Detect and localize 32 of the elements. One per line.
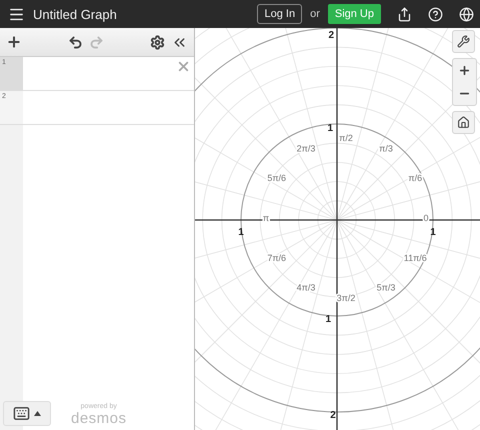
settings-icon[interactable]	[150, 34, 165, 50]
angle-label: 5π/3	[376, 282, 396, 292]
plus-icon	[458, 64, 471, 77]
angle-label: π/6	[408, 173, 422, 183]
home-icon	[457, 116, 470, 129]
or-text: or	[310, 8, 320, 20]
axis-label: 1	[327, 123, 333, 134]
angle-label: 4π/3	[296, 282, 316, 292]
angle-label: π/3	[379, 144, 393, 154]
angle-label: 5π/6	[267, 173, 286, 183]
add-icon[interactable]	[6, 34, 22, 50]
axis-label: 1	[325, 314, 331, 325]
brand-logo: desmos	[71, 411, 127, 426]
help-icon[interactable]	[428, 6, 443, 22]
login-button[interactable]: Log In	[257, 4, 302, 24]
globe-icon[interactable]	[459, 6, 474, 22]
angle-label: 7π/6	[267, 253, 286, 263]
graph-title: Untitled Graph	[33, 6, 118, 22]
keyboard-button[interactable]	[3, 401, 51, 426]
axis-label: 2	[330, 410, 336, 421]
axis-label: 1	[238, 227, 244, 238]
keyboard-icon	[13, 405, 30, 422]
axis-label: 1	[430, 227, 436, 238]
home-button[interactable]	[452, 111, 475, 134]
angle-label: π/2	[339, 133, 353, 143]
axis-label: 2	[328, 30, 334, 41]
angle-label: 2π/3	[296, 144, 316, 154]
wrench-icon	[457, 35, 470, 48]
wrench-button[interactable]	[452, 30, 475, 53]
undo-icon[interactable]	[68, 34, 83, 50]
caret-icon	[34, 411, 41, 416]
share-icon[interactable]	[397, 6, 412, 22]
